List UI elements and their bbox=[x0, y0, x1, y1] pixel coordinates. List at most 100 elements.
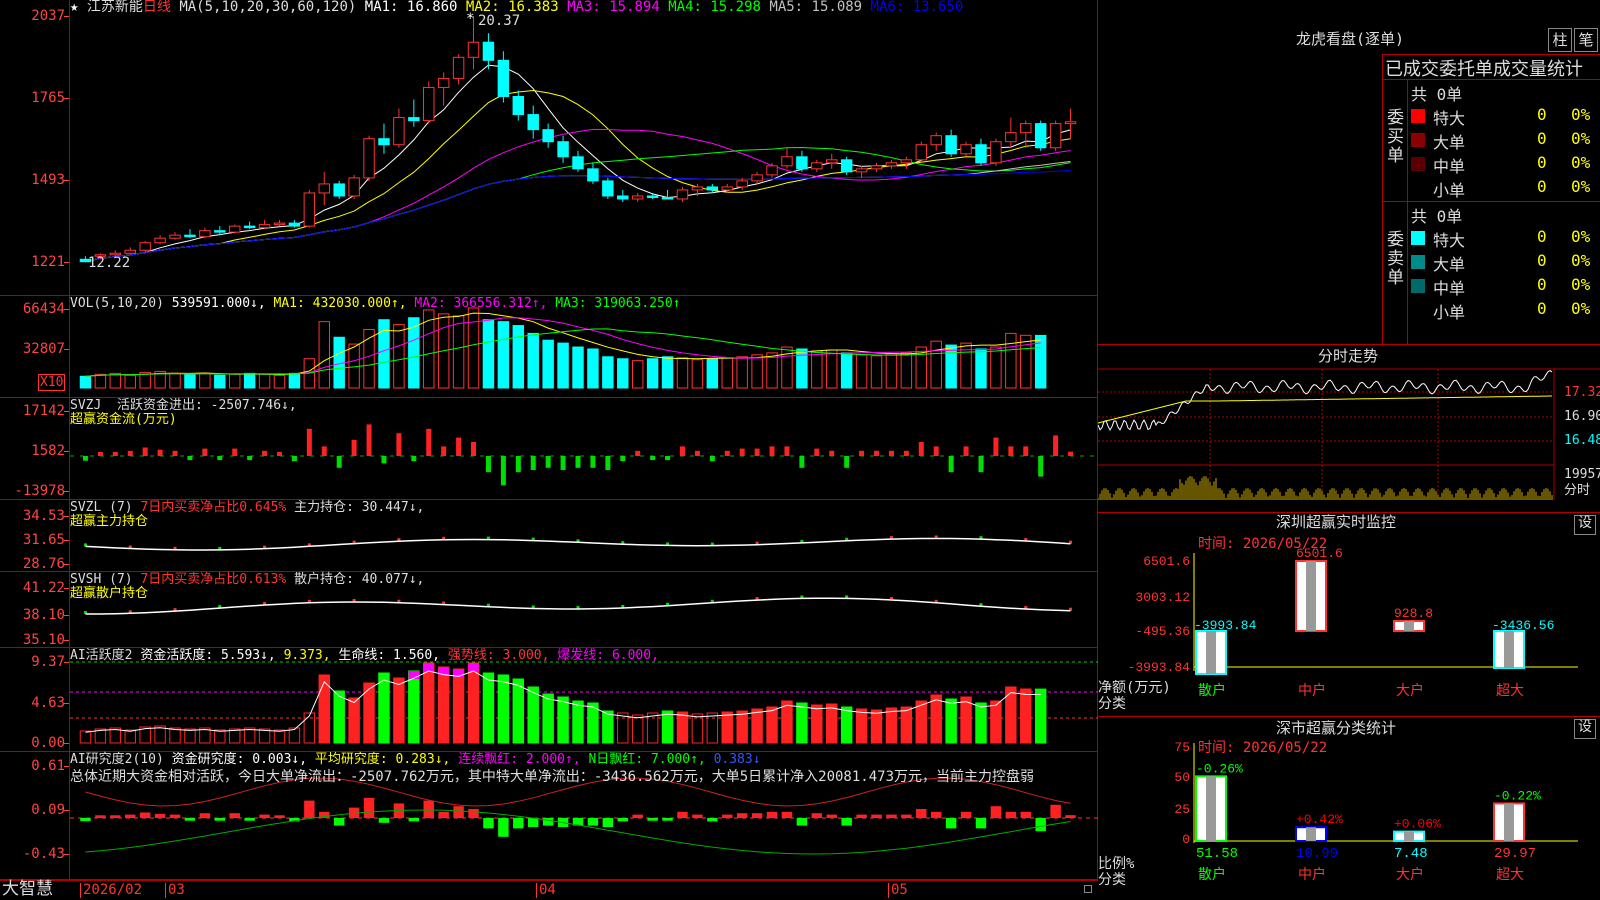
ai-active-values: 资金活跃度: 5.593↓, 9.373, 生命线: 1.560, 强势线: 3… bbox=[140, 648, 659, 663]
intraday-panel[interactable]: 分时走势 17.32 16.90 16.48 19957 分时 bbox=[1098, 345, 1600, 513]
sz-stats-panel[interactable]: 深市超赢分类统计 设 时间: 2026/05/22 75 50 25 0 -0.26% 5… bbox=[1098, 717, 1600, 900]
intraday-unit: 分时 bbox=[1564, 483, 1591, 498]
candle-body bbox=[990, 141, 1002, 164]
candlestick-pane[interactable]: ★ 江苏新能日线 MA(5,10,20,30,60,120) MA1: 16.8… bbox=[70, 0, 1098, 296]
svzj-bar bbox=[336, 456, 342, 468]
svsh-ratio: 7日内买卖净占比0.613% bbox=[140, 572, 287, 587]
volume-bar bbox=[214, 374, 226, 389]
svzj-bar bbox=[396, 433, 402, 456]
ai-active-pane[interactable]: AI活跃度2 资金活跃度: 5.593↓, 9.373, 生命线: 1.560,… bbox=[70, 648, 1098, 752]
axis-tick-label: 2037 bbox=[31, 8, 65, 24]
candle-body bbox=[497, 59, 510, 97]
volume-unit-badge: X10 bbox=[38, 374, 66, 391]
volume-bar bbox=[587, 348, 599, 389]
sz-monitor-chart[interactable]: 6501.6 3003.12 -495.36 -3993.84 -3993.84 散户 65… bbox=[1098, 513, 1600, 717]
order-stats-tab[interactable]: 已成交委托单成交量统计 bbox=[1385, 55, 1583, 81]
stats-pct-label: 51.58 bbox=[1196, 846, 1238, 862]
volume-bar bbox=[811, 350, 823, 389]
indicator-value: 连续飘红: 2.000↑, bbox=[458, 752, 589, 767]
svzl-axis: 34.53 31.65 28.76 bbox=[0, 500, 70, 572]
indicator-value: N日飘红: 7.000↑, bbox=[588, 752, 714, 767]
sz-stats-chart[interactable]: 75 50 25 0 -0.26% 51.58 散户 +0.42% 10.99 中户 +0.06% 7… bbox=[1098, 717, 1600, 900]
sz-monitor-ylabel: 净额(万元) bbox=[1098, 680, 1171, 696]
svsh-pane[interactable]: SVSH (7) 7日内买卖净占比0.613% 散户持仓: 40.077↓, 超… bbox=[70, 572, 1098, 648]
lock-icon[interactable] bbox=[1084, 885, 1092, 893]
ai-active-chart[interactable] bbox=[70, 648, 1098, 752]
svzj-bar bbox=[769, 446, 775, 456]
svzj-bar bbox=[232, 448, 238, 456]
volume-pane[interactable]: VOL(5,10,20) 539591.000↓, MA1: 432030.00… bbox=[70, 296, 1098, 398]
brand-label: 大智慧 bbox=[2, 879, 53, 899]
volume-bar bbox=[527, 332, 539, 389]
bar-mode-button[interactable]: 柱 bbox=[1548, 28, 1572, 52]
volume-chart[interactable] bbox=[70, 296, 1098, 398]
activity-bar bbox=[855, 708, 868, 744]
low-price-label: 12.22 bbox=[88, 255, 131, 271]
svzj-bar bbox=[112, 451, 118, 456]
buy-side-label: 委买单 bbox=[1387, 108, 1404, 166]
svsh-header: SVSH (7) 7日内买卖净占比0.613% 散户持仓: 40.077↓, bbox=[70, 572, 424, 587]
svzj-pane[interactable]: SVZJ 活跃资金进出: -2507.746↓, 超赢资金流(万元) bbox=[70, 398, 1098, 500]
monitor-category: 大户 bbox=[1396, 682, 1424, 699]
sz-monitor-panel[interactable]: 深圳超赢实时监控 设 时间: 2026/05/22 6501.6 3003.12-… bbox=[1098, 513, 1600, 717]
monitor-category: 中户 bbox=[1298, 682, 1326, 699]
axis-tick-mark bbox=[64, 766, 69, 767]
activity-bar bbox=[796, 702, 808, 744]
candle-body bbox=[393, 117, 405, 146]
svzj-bar bbox=[1038, 456, 1044, 477]
pen-mode-button[interactable]: 笔 bbox=[1574, 28, 1598, 52]
order-size-swatch bbox=[1411, 133, 1425, 147]
volume-bar bbox=[900, 352, 913, 389]
svsh-axis: 41.22 38.10 35.10 bbox=[0, 572, 70, 648]
stats-category: 中户 bbox=[1298, 866, 1326, 883]
order-row-name: 小单 bbox=[1433, 181, 1466, 200]
activity-bar bbox=[79, 730, 92, 744]
intraday-chart[interactable] bbox=[1098, 345, 1600, 513]
stats-category: 大户 bbox=[1396, 866, 1424, 883]
research-bar bbox=[244, 818, 255, 821]
volume-bar bbox=[94, 373, 107, 389]
candlestick-chart[interactable] bbox=[70, 0, 1098, 296]
svsh-hold: 散户持仓: 40.077↓, bbox=[294, 572, 425, 587]
svzj-bar bbox=[441, 446, 447, 456]
ai-research-pane[interactable]: AI研究度2(10) 资金研究度: 0.003↓, 平均研究度: 0.283↓,… bbox=[70, 752, 1098, 880]
axis-tick-mark bbox=[64, 588, 69, 589]
candle-body bbox=[870, 165, 883, 170]
svzj-chart[interactable] bbox=[70, 398, 1098, 500]
candle-body bbox=[258, 224, 271, 229]
indicator-value: MA1: 432030.000↑, bbox=[273, 296, 415, 311]
svzj-bar bbox=[291, 456, 297, 462]
indicator-value: MA5: 15.089 bbox=[769, 0, 871, 15]
activity-bar bbox=[423, 662, 435, 744]
volume-header: VOL(5,10,20) 539591.000↓, MA1: 432030.00… bbox=[70, 296, 681, 311]
svzj-bar bbox=[276, 451, 282, 456]
volume-bar bbox=[497, 321, 510, 389]
order-row-pct: 0% bbox=[1571, 227, 1591, 246]
svzl-pane[interactable]: SVZL (7) 7日内买卖净占比0.645% 主力持仓: 30.447↓, 超… bbox=[70, 500, 1098, 572]
volume-bar bbox=[318, 321, 330, 389]
candle-body bbox=[288, 222, 301, 227]
volume-bar bbox=[721, 357, 733, 389]
monitor-tick: -3993.84 bbox=[1128, 660, 1191, 675]
activity-bar bbox=[378, 672, 390, 744]
star-icon[interactable]: ★ bbox=[70, 0, 78, 15]
indicator-value: 资金活跃度: 5.593↓, bbox=[140, 648, 284, 663]
svzj-bar bbox=[694, 450, 700, 456]
order-row-name: 小单 bbox=[1433, 303, 1466, 322]
volume-bar bbox=[482, 319, 495, 389]
candle-body bbox=[154, 237, 166, 244]
axis-tick-label: -0.43 bbox=[22, 846, 65, 862]
activity-bar bbox=[527, 686, 539, 744]
candle-body bbox=[378, 138, 390, 146]
svzj-bar bbox=[605, 456, 611, 470]
volume-bar bbox=[79, 375, 92, 389]
order-row-name: 特大 bbox=[1433, 109, 1466, 128]
research-bar bbox=[274, 815, 285, 818]
stats-pct-label: 29.97 bbox=[1494, 846, 1536, 862]
candle-body bbox=[423, 86, 435, 122]
research-bar bbox=[1005, 811, 1017, 818]
period-label[interactable]: 日线 bbox=[143, 0, 171, 15]
volume-bar bbox=[542, 339, 554, 389]
research-bar bbox=[796, 818, 808, 826]
svzj-bar bbox=[1023, 446, 1029, 456]
